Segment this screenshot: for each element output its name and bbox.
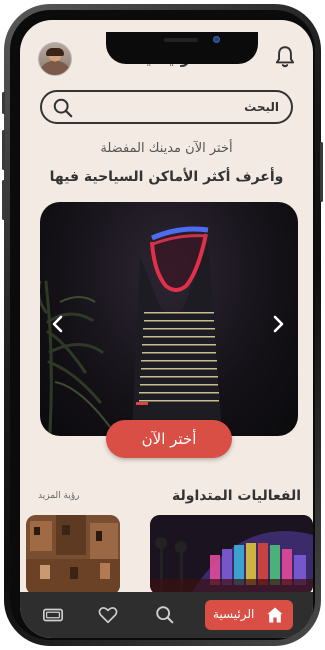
chevron-left-icon[interactable]	[48, 314, 68, 334]
bottom-navigation: الرئيسية	[20, 592, 313, 638]
volume-up-button	[2, 130, 5, 170]
event-image-heritage	[26, 515, 120, 595]
ticket-icon[interactable]	[42, 604, 64, 626]
event-card-heritage[interactable]	[26, 515, 120, 595]
event-image-festival	[150, 515, 313, 595]
power-button	[320, 142, 323, 202]
nav-home-button[interactable]: الرئيسية	[205, 600, 293, 630]
heart-icon[interactable]	[97, 604, 119, 626]
search-input[interactable]: البحث	[40, 90, 293, 124]
bell-icon[interactable]	[272, 44, 298, 70]
app-screen: الرئيسية البحث أختر الآن مدينك المفضلة و…	[20, 20, 313, 638]
trending-title: الفعاليات المتداولة	[172, 488, 301, 504]
search-icon[interactable]	[154, 604, 176, 626]
hero-carousel[interactable]	[40, 202, 298, 436]
chevron-right-icon[interactable]	[268, 314, 288, 334]
home-icon	[267, 607, 283, 623]
mute-switch	[2, 92, 5, 114]
phone-frame: الرئيسية البحث أختر الآن مدينك المفضلة و…	[2, 4, 323, 646]
choose-now-button[interactable]: أختر الآن	[106, 420, 232, 458]
search-placeholder: البحث	[244, 100, 279, 114]
intro-line-1: أختر الآن مدينك المفضلة	[100, 141, 233, 156]
front-camera	[213, 36, 220, 43]
intro-line-2: وأعرف أكثر الأماكن السياحية فيها	[49, 169, 284, 185]
nav-home-label: الرئيسية	[213, 607, 255, 621]
see-more-link[interactable]: رؤية المزيد	[38, 491, 80, 501]
search-icon	[53, 98, 73, 118]
phone-notch	[106, 32, 258, 64]
event-card-festival[interactable]	[150, 515, 313, 595]
volume-down-button	[2, 180, 5, 220]
user-avatar[interactable]	[38, 42, 72, 76]
hero-image	[40, 226, 222, 434]
speaker-grille	[164, 38, 198, 42]
